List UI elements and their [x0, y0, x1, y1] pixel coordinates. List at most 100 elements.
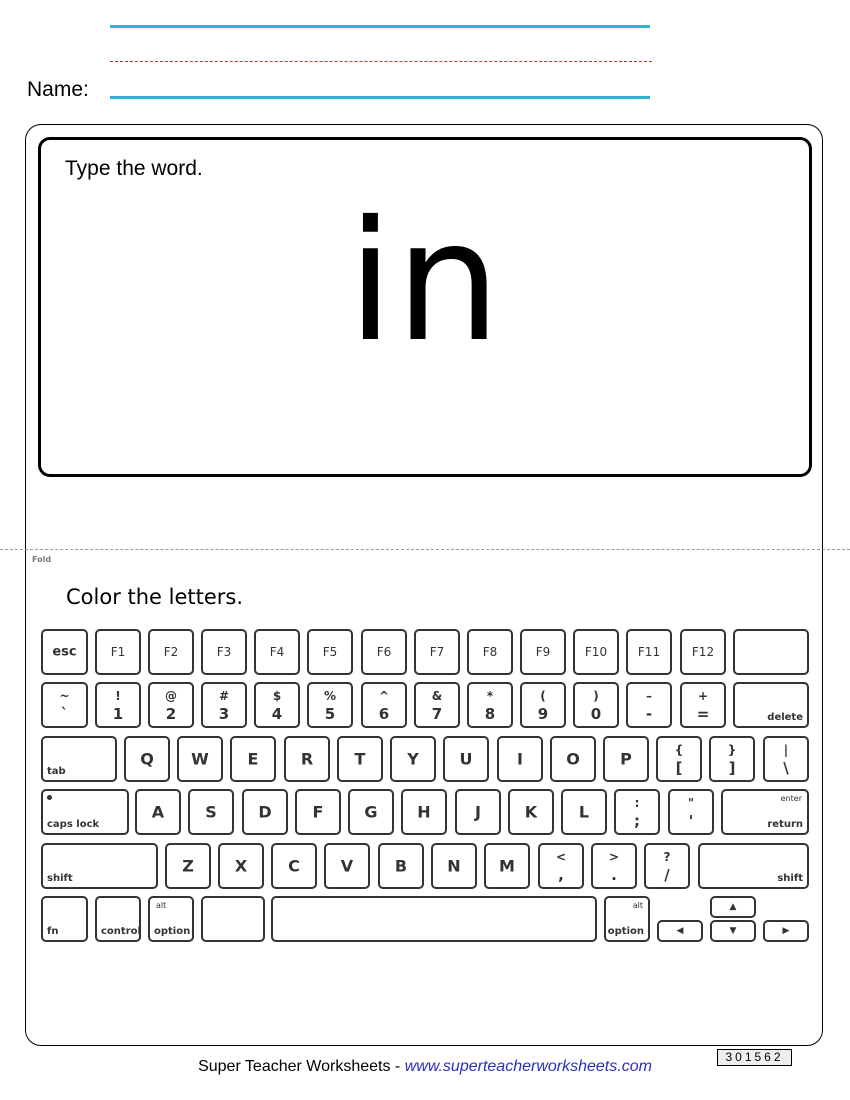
- key-arrow-down[interactable]: ▼: [710, 920, 756, 942]
- name-input-line[interactable]: [110, 96, 650, 99]
- key-label: ': [688, 812, 694, 830]
- key-w[interactable]: W: [177, 736, 223, 782]
- key-q[interactable]: Q: [124, 736, 170, 782]
- key-label: F6: [376, 645, 392, 659]
- key-label: F4: [269, 645, 285, 659]
- key-9[interactable]: (9: [520, 682, 566, 728]
- key-8[interactable]: * 8: [467, 682, 513, 728]
- key-arrow-left[interactable]: ◀: [657, 920, 703, 942]
- key-arrow-up[interactable]: ▲: [710, 896, 756, 918]
- key-label: F11: [637, 645, 661, 659]
- key-s[interactable]: S: [188, 789, 234, 835]
- key-f9[interactable]: F9: [520, 629, 566, 675]
- key-5[interactable]: % 5: [307, 682, 353, 728]
- key-option-left[interactable]: option alt: [148, 896, 194, 942]
- key-equals[interactable]: + =: [680, 682, 726, 728]
- key-u[interactable]: U: [443, 736, 489, 782]
- key-3[interactable]: #3: [201, 682, 247, 728]
- key-6[interactable]: ^ 6: [361, 682, 407, 728]
- arrow-down-icon: ▼: [729, 926, 737, 936]
- key-minus[interactable]: – -: [626, 682, 672, 728]
- key-f12[interactable]: F12: [680, 629, 726, 675]
- key-label: F10: [584, 645, 608, 659]
- key-power[interactable]: [733, 629, 809, 675]
- key-command[interactable]: [201, 896, 265, 942]
- key-f1[interactable]: F1: [95, 629, 141, 675]
- key-shift-label: *: [486, 689, 494, 703]
- key-g[interactable]: G: [348, 789, 394, 835]
- key-shift-left[interactable]: shift: [41, 843, 158, 889]
- key-j[interactable]: J: [455, 789, 501, 835]
- key-f2[interactable]: F2: [148, 629, 194, 675]
- key-space[interactable]: [271, 896, 597, 942]
- key-fn[interactable]: fn: [41, 896, 88, 942]
- key-a[interactable]: A: [135, 789, 181, 835]
- key-n[interactable]: N: [431, 843, 477, 889]
- key-f3[interactable]: F3: [201, 629, 247, 675]
- key-label: A: [151, 802, 165, 822]
- key-z[interactable]: Z: [165, 843, 211, 889]
- key-return[interactable]: return enter: [721, 789, 809, 835]
- key-label: C: [288, 856, 300, 876]
- key-f7[interactable]: F7: [414, 629, 460, 675]
- key-2[interactable]: @2: [148, 682, 194, 728]
- key-lbracket[interactable]: {[: [656, 736, 702, 782]
- key-shift-label: <: [555, 850, 567, 864]
- key-slash[interactable]: ? /: [644, 843, 690, 889]
- key-f10[interactable]: F10: [573, 629, 619, 675]
- key-c[interactable]: C: [271, 843, 317, 889]
- writing-mid-line: [110, 61, 652, 62]
- key-l[interactable]: L: [561, 789, 607, 835]
- key-label: return: [767, 819, 803, 830]
- key-f[interactable]: F: [295, 789, 341, 835]
- key-i[interactable]: I: [497, 736, 543, 782]
- key-t[interactable]: T: [337, 736, 383, 782]
- key-comma[interactable]: <,: [538, 843, 584, 889]
- key-f11[interactable]: F11: [626, 629, 672, 675]
- key-period[interactable]: >.: [591, 843, 637, 889]
- key-backtick[interactable]: ~ `: [41, 682, 88, 728]
- key-label: 4: [271, 705, 283, 723]
- key-f4[interactable]: F4: [254, 629, 300, 675]
- key-b[interactable]: B: [378, 843, 424, 889]
- key-y[interactable]: Y: [390, 736, 436, 782]
- key-shift-right[interactable]: shift: [698, 843, 809, 889]
- key-x[interactable]: X: [218, 843, 264, 889]
- key-quote[interactable]: " ': [668, 789, 714, 835]
- caps-lock-indicator-icon: [47, 795, 52, 800]
- key-f8[interactable]: F8: [467, 629, 513, 675]
- key-p[interactable]: P: [603, 736, 649, 782]
- key-label: B: [394, 856, 408, 876]
- key-label: E: [247, 749, 259, 769]
- key-label: 9: [537, 705, 549, 723]
- key-tab[interactable]: tab: [41, 736, 117, 782]
- key-7[interactable]: & 7: [414, 682, 460, 728]
- key-o[interactable]: O: [550, 736, 596, 782]
- key-e[interactable]: E: [230, 736, 276, 782]
- key-label: X: [234, 856, 248, 876]
- key-backslash[interactable]: | \: [763, 736, 809, 782]
- key-label: shift: [47, 873, 73, 884]
- key-caps-lock[interactable]: caps lock: [41, 789, 129, 835]
- key-1[interactable]: ! 1: [95, 682, 141, 728]
- key-f5[interactable]: F5: [307, 629, 353, 675]
- footer-url-link[interactable]: www.superteacherworksheets.com: [405, 1058, 652, 1075]
- key-m[interactable]: M: [484, 843, 530, 889]
- key-k[interactable]: K: [508, 789, 554, 835]
- key-r[interactable]: R: [284, 736, 330, 782]
- key-f6[interactable]: F6: [361, 629, 407, 675]
- key-label: F2: [163, 645, 179, 659]
- key-v[interactable]: V: [324, 843, 370, 889]
- key-delete[interactable]: delete: [733, 682, 809, 728]
- key-option-right[interactable]: option alt: [604, 896, 650, 942]
- key-esc[interactable]: esc: [41, 629, 88, 675]
- key-control[interactable]: control: [95, 896, 141, 942]
- key-arrow-right[interactable]: ▶: [763, 920, 809, 942]
- key-h[interactable]: H: [401, 789, 447, 835]
- key-rbracket[interactable]: }]: [709, 736, 755, 782]
- key-4[interactable]: $4: [254, 682, 300, 728]
- key-0[interactable]: ) 0: [573, 682, 619, 728]
- key-semicolon[interactable]: :;: [614, 789, 660, 835]
- key-d[interactable]: D: [242, 789, 288, 835]
- key-label: 1: [112, 705, 124, 723]
